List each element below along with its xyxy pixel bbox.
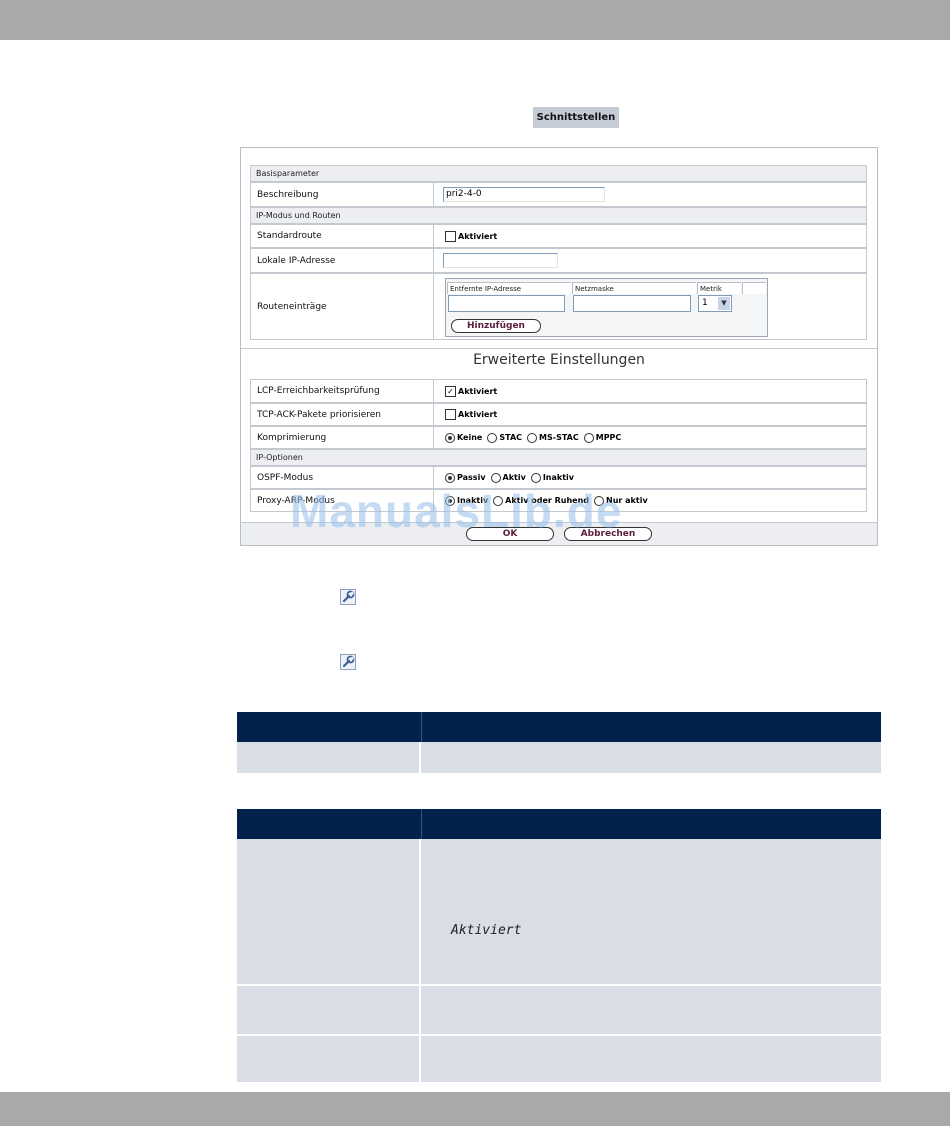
metric-select[interactable]: 1 ▼ bbox=[698, 295, 732, 312]
tcp-ack-label: TCP-ACK-Pakete priorisieren bbox=[250, 403, 434, 426]
metric-value: 1 bbox=[702, 298, 708, 308]
interface-form: Basisparameter Beschreibung pri2-4-0 IP-… bbox=[240, 147, 878, 546]
route-table: Entfernte IP-Adresse Netzmaske Metrik 1 … bbox=[445, 278, 768, 337]
top-bar bbox=[0, 0, 950, 40]
row-tcp-ack: TCP-ACK-Pakete priorisieren Aktiviert bbox=[250, 403, 867, 426]
ok-button[interactable]: OK bbox=[466, 527, 554, 541]
form-footer: OK Abbrechen bbox=[241, 522, 877, 545]
tcp-ack-option: Aktiviert bbox=[458, 410, 498, 419]
divider bbox=[241, 348, 877, 349]
row-route-entries: Routeneinträge Entfernte IP-Adresse Netz… bbox=[250, 273, 867, 340]
remote-ip-input[interactable] bbox=[448, 295, 565, 312]
table-row bbox=[237, 986, 881, 1034]
row-compression: Komprimierung Keine STAC MS-STAC MPPC bbox=[250, 426, 867, 449]
proxy-arp-label: Proxy-ARP-Modus bbox=[250, 489, 434, 512]
section-basic: Basisparameter bbox=[250, 165, 867, 182]
table-row bbox=[237, 1036, 881, 1082]
compression-radio-mppc[interactable] bbox=[583, 432, 594, 443]
section-ip-options: IP-Optionen bbox=[250, 449, 867, 466]
description-table-2: Aktiviert bbox=[237, 809, 881, 1082]
ospf-radio-passive[interactable] bbox=[445, 472, 455, 483]
description-table-1 bbox=[237, 712, 881, 773]
compression-option-stac: STAC bbox=[499, 433, 523, 442]
compression-option-none: Keine bbox=[457, 433, 483, 442]
section-ip-routing: IP-Modus und Routen bbox=[250, 207, 867, 224]
table-header bbox=[237, 712, 881, 742]
ospf-label: OSPF-Modus bbox=[250, 466, 434, 489]
lcp-checkbox[interactable]: ✓ bbox=[445, 385, 456, 397]
lcp-label: LCP-Erreichbarkeitsprüfung bbox=[250, 379, 434, 403]
compression-radio-ms-stac[interactable] bbox=[527, 432, 538, 443]
proxy-arp-option-inactive: Inaktiv bbox=[457, 496, 489, 505]
proxy-arp-radio-inactive[interactable] bbox=[445, 495, 455, 506]
compression-radio-none[interactable] bbox=[445, 432, 455, 443]
row-default-route: Standardroute Aktiviert bbox=[250, 224, 867, 248]
wrench-icon bbox=[340, 589, 356, 605]
route-col-empty bbox=[742, 282, 766, 294]
row-description: Beschreibung pri2-4-0 bbox=[250, 182, 867, 207]
netmask-input[interactable] bbox=[573, 295, 691, 312]
description-label: Beschreibung bbox=[250, 182, 434, 207]
lcp-option: Aktiviert bbox=[458, 386, 498, 396]
tcp-ack-checkbox[interactable] bbox=[445, 409, 456, 420]
row-lcp: LCP-Erreichbarkeitsprüfung ✓ Aktiviert bbox=[250, 379, 867, 403]
page-title[interactable]: Schnittstellen bbox=[533, 107, 619, 128]
local-ip-input[interactable] bbox=[443, 253, 558, 268]
default-route-label: Standardroute bbox=[250, 224, 434, 248]
proxy-arp-option-only-active: Nur aktiv bbox=[606, 496, 648, 505]
proxy-arp-radio-only-active[interactable] bbox=[594, 495, 605, 506]
value-text: Aktiviert bbox=[451, 923, 522, 938]
route-entries-label: Routeneinträge bbox=[250, 273, 434, 340]
route-col-netmask: Netzmaske bbox=[572, 282, 696, 294]
cancel-button[interactable]: Abbrechen bbox=[564, 527, 652, 541]
compression-option-ms-stac: MS-STAC bbox=[539, 433, 579, 442]
ospf-option-inactive: Inaktiv bbox=[542, 473, 574, 482]
add-route-button[interactable]: Hinzufügen bbox=[451, 319, 541, 333]
proxy-arp-radio-active-or-idle[interactable] bbox=[493, 495, 504, 506]
advanced-settings-title: Erweiterte Einstellungen bbox=[473, 352, 645, 368]
route-col-metric: Metrik bbox=[697, 282, 741, 294]
route-col-remote-ip: Entfernte IP-Adresse bbox=[447, 282, 571, 294]
ospf-radio-active[interactable] bbox=[490, 472, 501, 483]
description-input[interactable]: pri2-4-0 bbox=[443, 187, 605, 202]
row-proxy-arp: Proxy-ARP-Modus Inaktiv Aktiv oder Ruhen… bbox=[250, 489, 867, 512]
compression-option-mppc: MPPC bbox=[595, 433, 622, 442]
bottom-bar bbox=[0, 1092, 950, 1126]
ospf-option-active: Aktiv bbox=[502, 473, 526, 482]
proxy-arp-option-active-or-idle: Aktiv oder Ruhend bbox=[505, 496, 590, 505]
table-row bbox=[237, 742, 881, 773]
chevron-down-icon: ▼ bbox=[718, 297, 730, 310]
row-ospf: OSPF-Modus Passiv Aktiv Inaktiv bbox=[250, 466, 867, 489]
compression-label: Komprimierung bbox=[250, 426, 434, 449]
compression-radio-stac[interactable] bbox=[487, 432, 498, 443]
table-header-2 bbox=[237, 809, 881, 839]
local-ip-label: Lokale IP-Adresse bbox=[250, 248, 434, 273]
ospf-radio-inactive[interactable] bbox=[530, 472, 541, 483]
wrench-icon-2 bbox=[340, 654, 356, 670]
table-row: Aktiviert bbox=[237, 839, 881, 984]
ospf-option-passive: Passiv bbox=[457, 473, 486, 482]
row-local-ip: Lokale IP-Adresse bbox=[250, 248, 867, 273]
default-route-option: Aktiviert bbox=[458, 231, 498, 241]
default-route-checkbox[interactable] bbox=[445, 230, 456, 242]
